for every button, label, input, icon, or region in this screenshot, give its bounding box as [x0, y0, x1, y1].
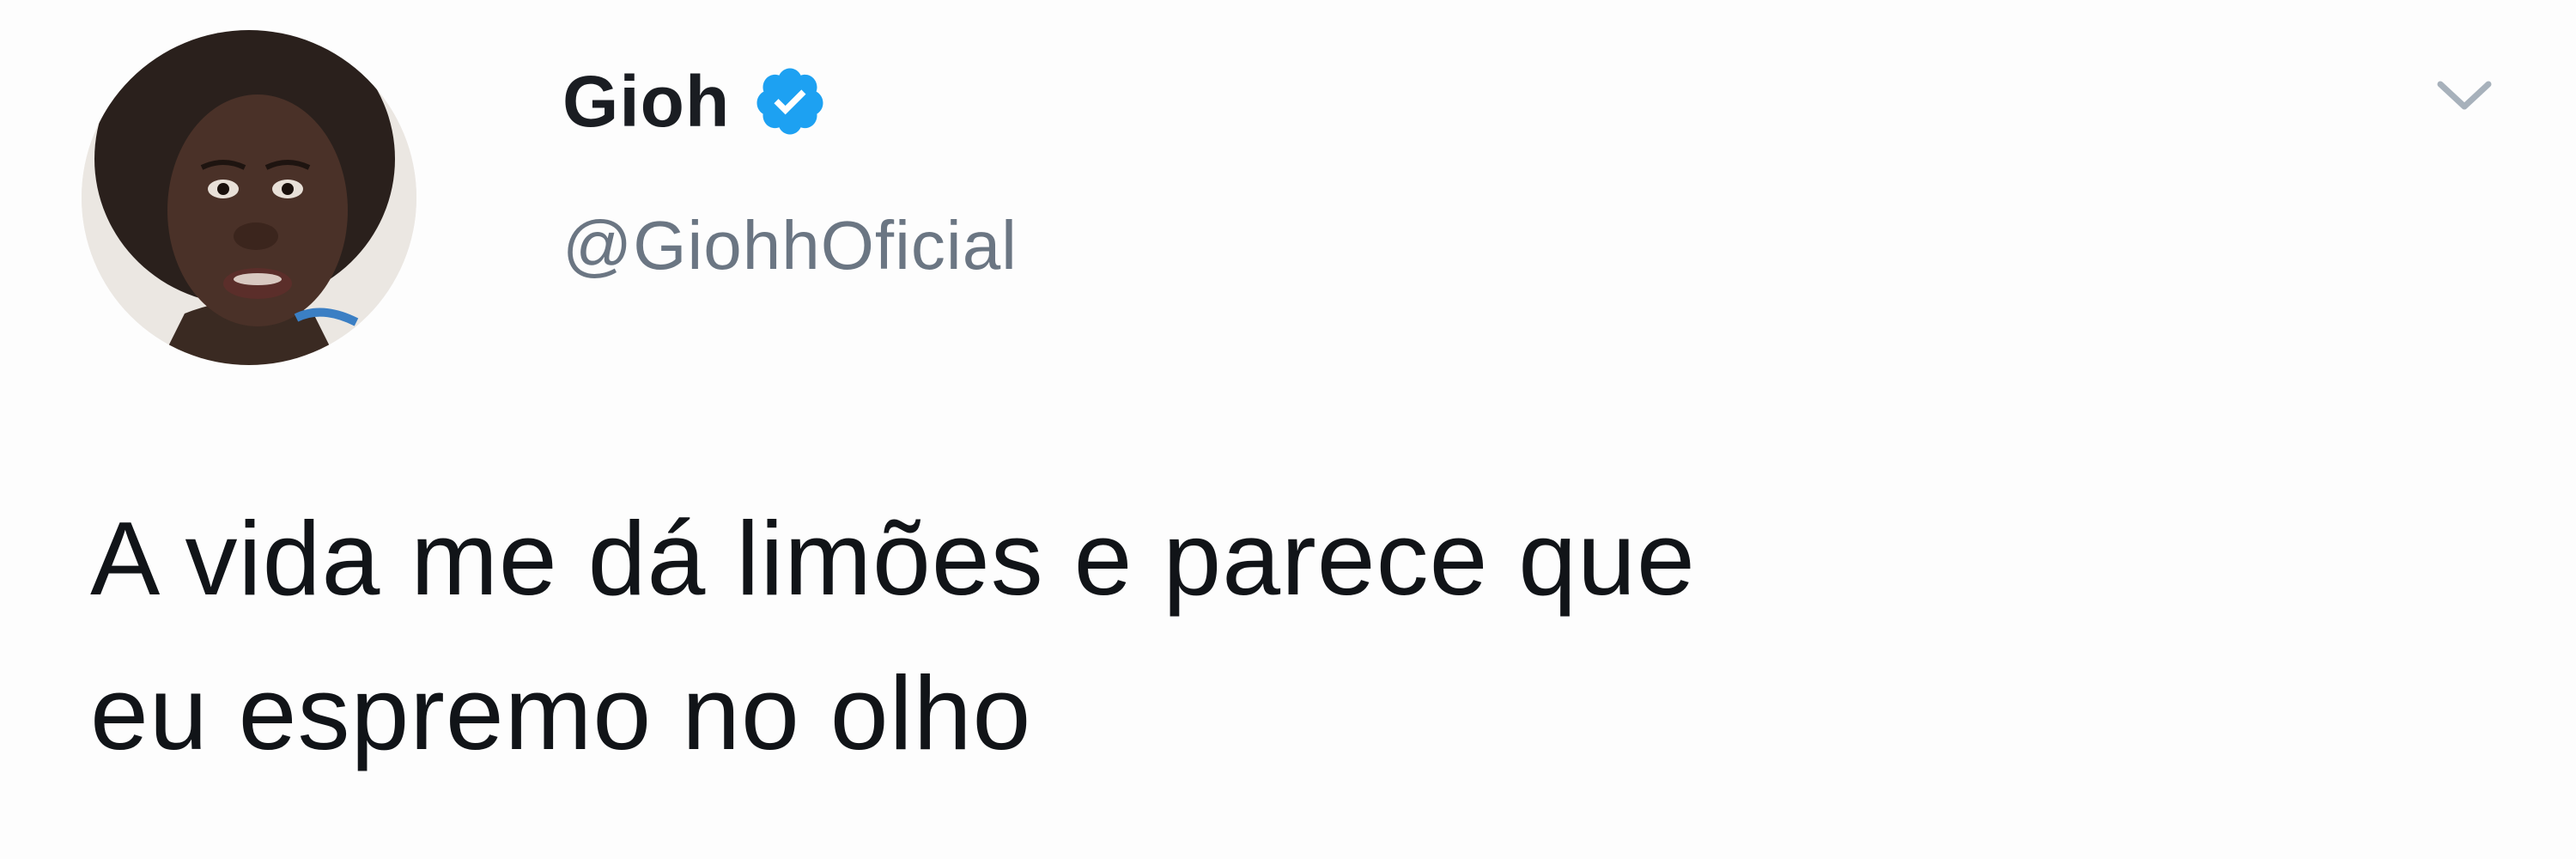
tweet-text: A vida me dá limões e parece que eu espr… — [90, 500, 1696, 771]
chevron-down-icon[interactable] — [2421, 52, 2507, 137]
display-name-row: Gioh — [562, 50, 828, 153]
display-name[interactable]: Gioh — [562, 60, 730, 143]
user-handle[interactable]: @GiohhOficial — [562, 206, 1018, 285]
avatar-image — [82, 30, 416, 365]
verified-badge-icon — [752, 64, 828, 139]
tweet-card: Gioh @GiohhOficial A vida me dá limões e… — [0, 0, 2576, 859]
avatar[interactable] — [82, 30, 416, 365]
